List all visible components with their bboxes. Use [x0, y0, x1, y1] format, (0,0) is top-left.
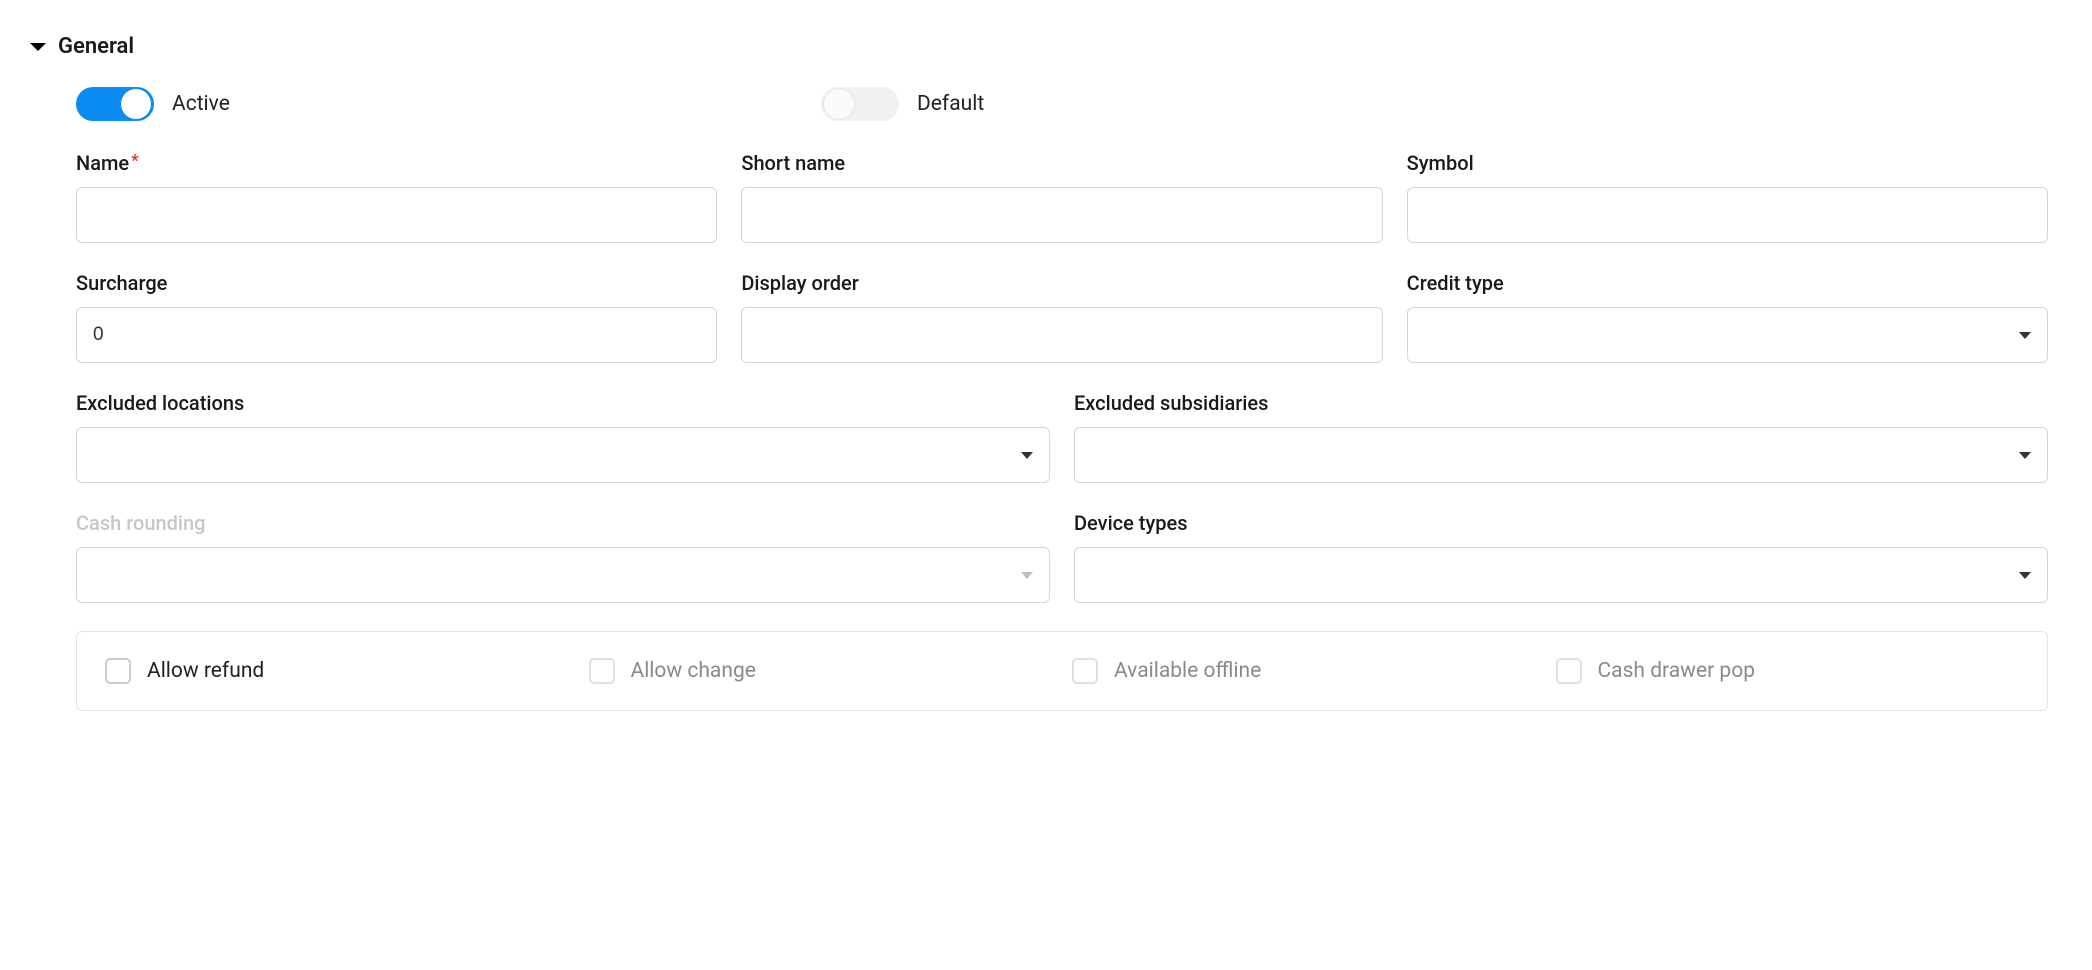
chevron-down-icon	[2019, 452, 2031, 459]
default-toggle-label: Default	[917, 92, 984, 116]
allow-refund-label: Allow refund	[147, 659, 264, 683]
default-toggle[interactable]	[821, 87, 899, 121]
allow-refund-checkbox[interactable]	[105, 658, 131, 684]
allow-change-checkbox	[589, 658, 615, 684]
chevron-down-icon	[2019, 332, 2031, 339]
field-short-name: Short name	[741, 151, 1382, 243]
label-short-name: Short name	[741, 151, 1382, 175]
chevron-down-icon	[1021, 452, 1033, 459]
row-name: Name* Short name Symbol	[76, 151, 2048, 243]
surcharge-input[interactable]	[76, 307, 717, 363]
label-device-types: Device types	[1074, 511, 2048, 535]
field-surcharge: Surcharge	[76, 271, 717, 363]
field-display-order: Display order	[741, 271, 1382, 363]
excluded-locations-select[interactable]	[76, 427, 1050, 483]
label-excluded-subsidiaries: Excluded subsidiaries	[1074, 391, 2048, 415]
field-excluded-subsidiaries: Excluded subsidiaries	[1074, 391, 2048, 483]
short-name-input[interactable]	[741, 187, 1382, 243]
checkbox-item-allow-refund: Allow refund	[105, 658, 569, 684]
device-types-select[interactable]	[1074, 547, 2048, 603]
label-symbol: Symbol	[1407, 151, 2048, 175]
section-header-general[interactable]: General	[30, 34, 2062, 59]
checkbox-item-cash-drawer-pop: Cash drawer pop	[1556, 658, 2020, 684]
label-display-order: Display order	[741, 271, 1382, 295]
row-rounding-device: Cash rounding Device types	[76, 511, 2048, 603]
field-cash-rounding: Cash rounding	[76, 511, 1050, 603]
toggle-knob	[824, 89, 854, 119]
required-asterisk: *	[131, 151, 139, 171]
field-symbol: Symbol	[1407, 151, 2048, 243]
field-device-types: Device types	[1074, 511, 2048, 603]
field-excluded-locations: Excluded locations	[76, 391, 1050, 483]
active-toggle-label: Active	[172, 92, 230, 116]
name-input[interactable]	[76, 187, 717, 243]
label-surcharge: Surcharge	[76, 271, 717, 295]
default-toggle-wrap: Default	[821, 87, 984, 121]
available-offline-label: Available offline	[1114, 659, 1261, 683]
symbol-input[interactable]	[1407, 187, 2048, 243]
chevron-down-icon	[2019, 572, 2031, 579]
field-credit-type: Credit type	[1407, 271, 2048, 363]
row-surcharge: Surcharge Display order Credit type	[76, 271, 2048, 363]
active-toggle[interactable]	[76, 87, 154, 121]
checkbox-item-available-offline: Available offline	[1072, 658, 1536, 684]
active-toggle-wrap: Active	[76, 87, 821, 121]
display-order-input[interactable]	[741, 307, 1382, 363]
label-cash-rounding: Cash rounding	[76, 511, 1050, 535]
label-credit-type: Credit type	[1407, 271, 2048, 295]
chevron-down-icon	[1021, 572, 1033, 579]
checkbox-panel: Allow refund Allow change Available offl…	[76, 631, 2048, 711]
cash-rounding-select	[76, 547, 1050, 603]
section-body: Active Default Name* Short name Symbol S…	[30, 87, 2062, 711]
checkbox-item-allow-change: Allow change	[589, 658, 1053, 684]
label-excluded-locations: Excluded locations	[76, 391, 1050, 415]
label-name: Name*	[76, 151, 717, 175]
cash-drawer-pop-checkbox	[1556, 658, 1582, 684]
available-offline-checkbox	[1072, 658, 1098, 684]
section-title: General	[58, 34, 134, 59]
field-name: Name*	[76, 151, 717, 243]
toggle-knob	[121, 89, 151, 119]
cash-drawer-pop-label: Cash drawer pop	[1598, 659, 1755, 683]
allow-change-label: Allow change	[631, 659, 756, 683]
caret-down-icon	[30, 43, 46, 51]
row-excluded: Excluded locations Excluded subsidiaries	[76, 391, 2048, 483]
toggles-row: Active Default	[76, 87, 2048, 121]
credit-type-select[interactable]	[1407, 307, 2048, 363]
excluded-subsidiaries-select[interactable]	[1074, 427, 2048, 483]
